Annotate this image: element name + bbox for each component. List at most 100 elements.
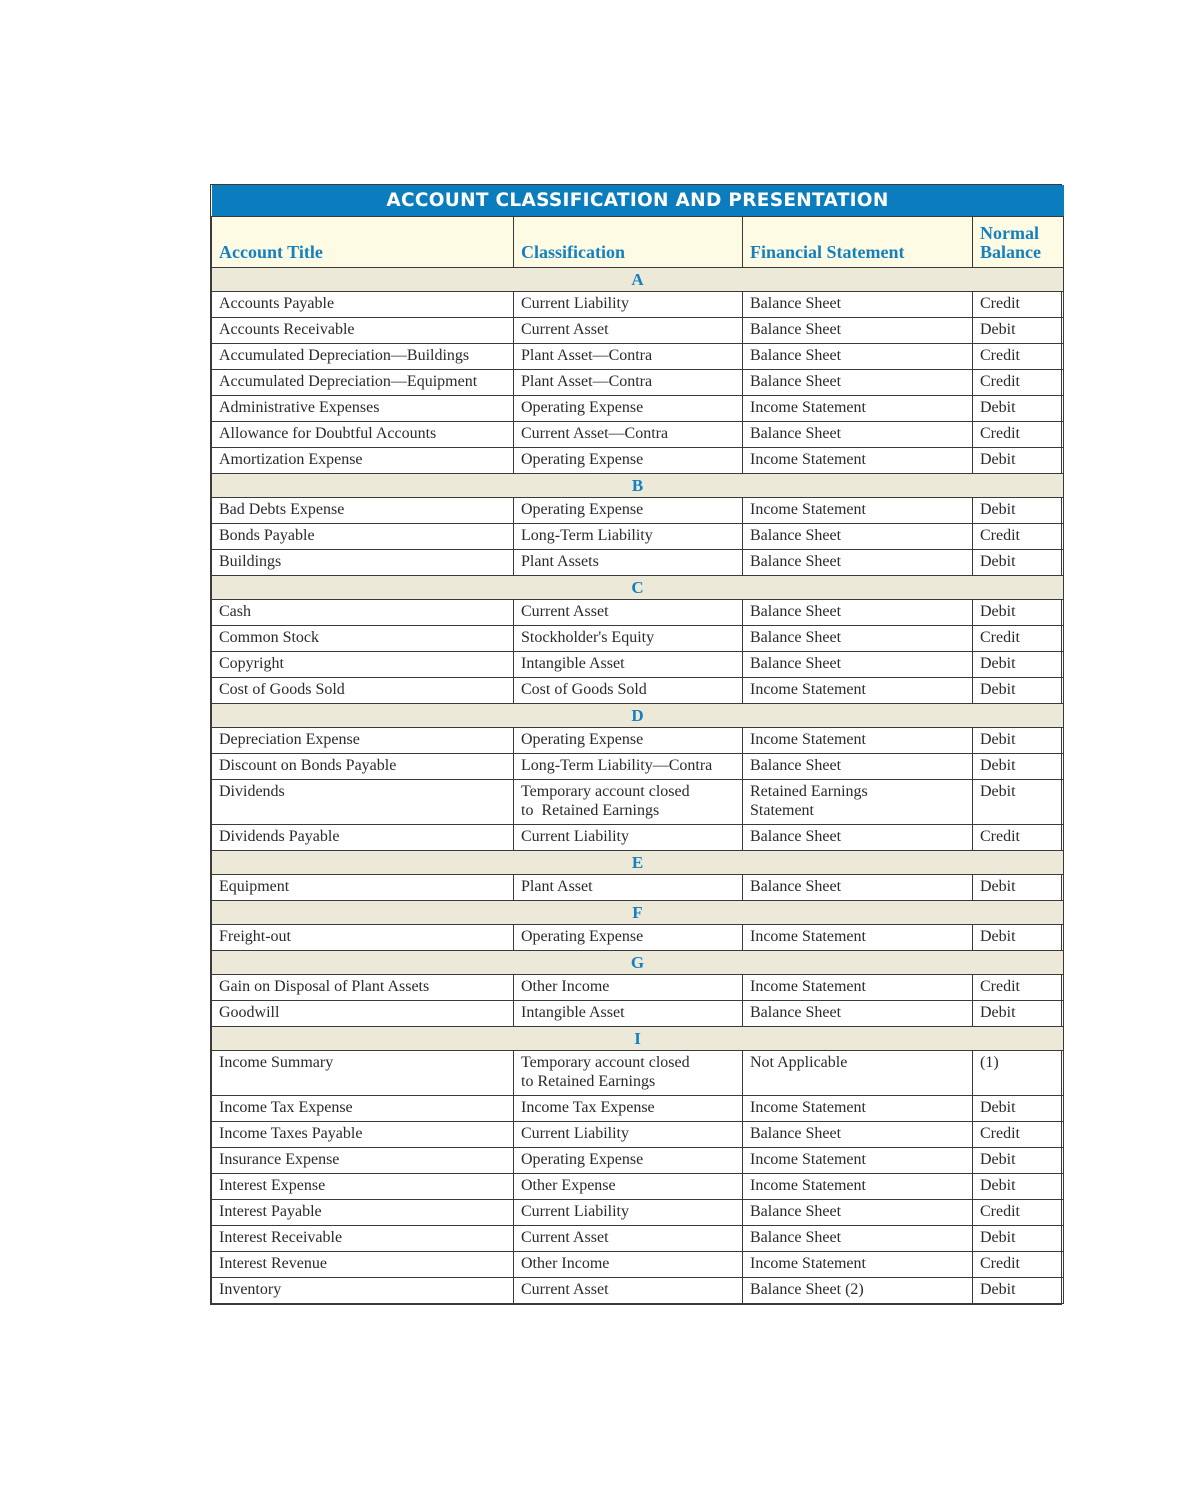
table-row: Freight-out Operating Expense Income State… <box>211 924 1064 951</box>
cell-account-title: Buildings <box>211 549 514 576</box>
cell-classification-line: to Retained Earnings <box>521 802 660 819</box>
cell-classification-line: Current Asset—Contra <box>521 425 669 442</box>
table-row: Allowance for Doubtful Accounts Current A… <box>211 421 1064 448</box>
table-row: Accounts Payable Current Liability Balance… <box>211 291 1064 318</box>
cell-account-title: Accumulated Depreciation—Buildings <box>211 343 514 370</box>
cell-classification-line: Plant Asset—Contra <box>521 347 653 364</box>
cell-classification-line: Current Asset <box>521 603 609 620</box>
table-title-row: ACCOUNT CLASSIFICATION AND PRESENTATION <box>211 185 1064 217</box>
cell-classification: Intangible Asset <box>513 1000 743 1027</box>
cell-normal-balance: (1) <box>972 1050 1064 1096</box>
section-letter-row: C <box>211 575 1064 600</box>
cell-financial-statement-line: Balance Sheet <box>750 878 842 895</box>
cell-classification-line: Other Income <box>521 978 610 995</box>
table-row: Inventory Current Asset Balance Sheet (2) D… <box>211 1277 1064 1304</box>
cell-account-title: Depreciation Expense <box>211 727 514 754</box>
section-letter: D <box>211 703 1064 728</box>
cell-normal-balance: Credit <box>972 1251 1064 1278</box>
cell-account-title: Cash <box>211 599 514 626</box>
cell-financial-statement: Balance Sheet <box>742 874 973 901</box>
cell-normal-balance: Debit <box>972 1277 1064 1304</box>
cell-classification-line: Long-Term Liability—Contra <box>521 757 713 774</box>
cell-account-title: Dividends Payable <box>211 824 514 851</box>
cell-normal-balance: Debit <box>972 1173 1064 1200</box>
section-letter: G <box>211 950 1064 975</box>
cell-normal-balance: Debit <box>972 395 1064 422</box>
cell-normal-balance: Debit <box>972 677 1064 704</box>
cell-classification-line: Current Asset <box>521 321 609 338</box>
table-row: Cost of Goods Sold Cost of Goods Sold Inco… <box>211 677 1064 704</box>
cell-classification-line: to Retained Earnings <box>521 1073 656 1090</box>
cell-financial-statement: Not Applicable <box>742 1050 973 1096</box>
cell-financial-statement: Income Statement <box>742 395 973 422</box>
account-classification-table: ACCOUNT CLASSIFICATION AND PRESENTATION … <box>211 185 1064 1304</box>
cell-financial-statement-line: Income Statement <box>750 451 866 468</box>
cell-account-title: Goodwill <box>211 1000 514 1027</box>
table-row: Dividends Temporary account closed to Reta… <box>211 779 1064 825</box>
cell-classification: Operating Expense <box>513 395 743 422</box>
cell-normal-balance: Debit <box>972 447 1064 474</box>
section-letter: A <box>211 267 1064 292</box>
cell-financial-statement-line: Income Statement <box>750 1099 866 1116</box>
cell-financial-statement: Income Statement <box>742 1147 973 1174</box>
section-letter: F <box>211 900 1064 925</box>
cell-normal-balance: Debit <box>972 549 1064 576</box>
cell-classification-line: Current Asset <box>521 1229 609 1246</box>
section-letter-row: B <box>211 473 1064 498</box>
cell-financial-statement: Balance Sheet <box>742 317 973 344</box>
cell-normal-balance: Credit <box>972 369 1064 396</box>
cell-normal-balance: Credit <box>972 1121 1064 1148</box>
cell-classification: Current Liability <box>513 291 743 318</box>
cell-classification: Long-Term Liability <box>513 523 743 550</box>
cell-financial-statement: Income Statement <box>742 1095 973 1122</box>
cell-financial-statement: Income Statement <box>742 1251 973 1278</box>
section-letter-row: E <box>211 850 1064 875</box>
table-row: Gain on Disposal of Plant Assets Other In… <box>211 974 1064 1001</box>
cell-financial-statement: Income Statement <box>742 727 973 754</box>
cell-classification-line: Plant Asset—Contra <box>521 373 653 390</box>
cell-classification: Current Asset <box>513 1225 743 1252</box>
cell-account-title: Interest Receivable <box>211 1225 514 1252</box>
cell-classification: Operating Expense <box>513 447 743 474</box>
table-row: Income Taxes Payable Current Liability Bal… <box>211 1121 1064 1148</box>
cell-classification: Current Liability <box>513 1199 743 1226</box>
cell-financial-statement: Balance Sheet (2) <box>742 1277 973 1304</box>
cell-normal-balance: Debit <box>972 727 1064 754</box>
cell-financial-statement-line: Balance Sheet <box>750 655 842 672</box>
cell-classification-line: Current Liability <box>521 1203 629 1220</box>
cell-classification: Plant Asset—Contra <box>513 369 743 396</box>
cell-classification: Plant Assets <box>513 549 743 576</box>
cell-account-title: Administrative Expenses <box>211 395 514 422</box>
section-letter-row: D <box>211 703 1064 728</box>
cell-classification: Cost of Goods Sold <box>513 677 743 704</box>
cell-account-title: Cost of Goods Sold <box>211 677 514 704</box>
cell-account-title: Bad Debts Expense <box>211 497 514 524</box>
cell-classification: Operating Expense <box>513 1147 743 1174</box>
cell-normal-balance: Debit <box>972 317 1064 344</box>
table-row: Copyright Intangible Asset Balance Sheet De… <box>211 651 1064 678</box>
cell-classification-line: Long-Term Liability <box>521 527 653 544</box>
section-letter-row: G <box>211 950 1064 975</box>
cell-financial-statement: Balance Sheet <box>742 824 973 851</box>
cell-classification-line: Operating Expense <box>521 928 644 945</box>
cell-normal-balance: Credit <box>972 421 1064 448</box>
cell-account-title: Discount on Bonds Payable <box>211 753 514 780</box>
table-row: Cash Current Asset Balance Sheet Debit <box>211 599 1064 626</box>
section-letter: E <box>211 850 1064 875</box>
section-letter: C <box>211 575 1064 600</box>
cell-financial-statement: Balance Sheet <box>742 753 973 780</box>
cell-financial-statement-line: Balance Sheet <box>750 347 842 364</box>
cell-financial-statement-line: Not Applicable <box>750 1054 848 1071</box>
cell-financial-statement-line: Balance Sheet <box>750 1203 842 1220</box>
cell-classification-line: Operating Expense <box>521 731 644 748</box>
cell-financial-statement: Balance Sheet <box>742 1000 973 1027</box>
cell-normal-balance: Debit <box>972 753 1064 780</box>
cell-financial-statement-line: Balance Sheet <box>750 828 842 845</box>
cell-financial-statement: Income Statement <box>742 497 973 524</box>
cell-financial-statement-line: Income Statement <box>750 399 866 416</box>
cell-financial-statement-line: Balance Sheet <box>750 1004 842 1021</box>
column-header-normal-balance-line1: Normal <box>980 223 1039 243</box>
cell-financial-statement-line: Balance Sheet <box>750 603 842 620</box>
section-letter-row: A <box>211 267 1064 292</box>
section-letter-row: I <box>211 1026 1064 1051</box>
